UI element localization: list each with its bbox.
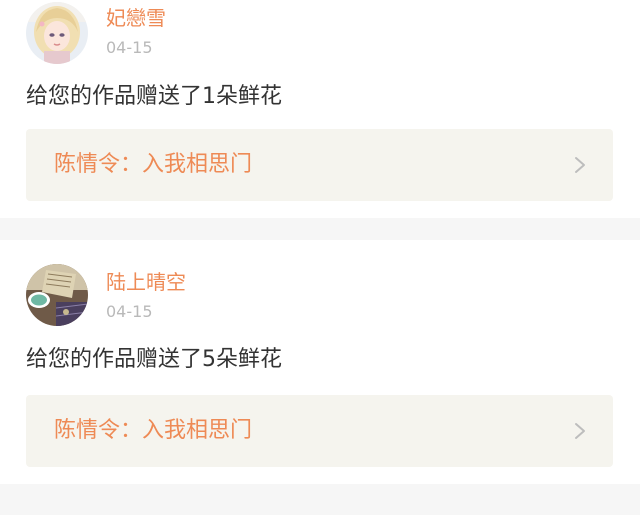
notification-card: 妃戀雪 04-15 给您的作品赠送了1朵鲜花 陈情令：入我相思门 bbox=[0, 0, 640, 218]
gift-message: 给您的作品赠送了1朵鲜花 bbox=[26, 84, 282, 109]
work-title: 陈情令：入我相思门 bbox=[54, 418, 253, 443]
username[interactable]: 陆上晴空 bbox=[106, 270, 186, 294]
timestamp: 04-15 bbox=[106, 38, 153, 57]
work-link-card[interactable]: 陈情令：入我相思门 bbox=[26, 129, 613, 201]
chevron-right-icon bbox=[575, 157, 585, 173]
work-title: 陈情令：入我相思门 bbox=[54, 152, 253, 177]
gift-notification-feed: 妃戀雪 04-15 给您的作品赠送了1朵鲜花 陈情令：入我相思门 陆上晴空 04… bbox=[0, 0, 640, 515]
avatar-still-life-icon bbox=[26, 264, 88, 326]
avatar-girl-icon bbox=[26, 2, 88, 64]
notification-card: 陆上晴空 04-15 给您的作品赠送了5朵鲜花 陈情令：入我相思门 bbox=[0, 240, 640, 484]
avatar[interactable] bbox=[26, 264, 88, 326]
username[interactable]: 妃戀雪 bbox=[106, 6, 166, 30]
avatar[interactable] bbox=[26, 2, 88, 64]
work-link-card[interactable]: 陈情令：入我相思门 bbox=[26, 395, 613, 467]
chevron-right-icon bbox=[575, 423, 585, 439]
timestamp: 04-15 bbox=[106, 302, 153, 321]
gift-message: 给您的作品赠送了5朵鲜花 bbox=[26, 347, 282, 372]
